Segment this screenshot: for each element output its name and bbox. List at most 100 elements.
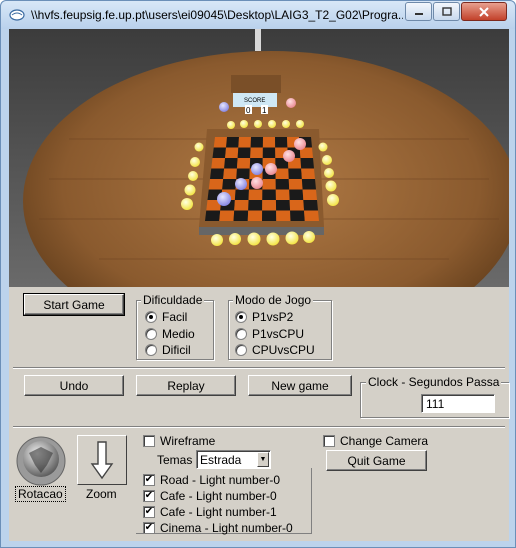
board-square[interactable] bbox=[275, 137, 288, 148]
board-square[interactable] bbox=[238, 137, 251, 148]
themes-label: Temas bbox=[157, 453, 193, 467]
board-square[interactable] bbox=[236, 158, 251, 169]
dropdown-arrow-icon[interactable]: ▼ bbox=[257, 452, 269, 467]
board-square[interactable] bbox=[262, 137, 276, 148]
board-square[interactable] bbox=[225, 147, 239, 159]
light-bulb bbox=[318, 142, 328, 152]
board-square[interactable] bbox=[262, 189, 276, 201]
zoom-control[interactable] bbox=[77, 435, 127, 485]
light-bulb bbox=[303, 231, 315, 243]
radio-icon bbox=[145, 344, 157, 356]
board-square[interactable] bbox=[211, 158, 226, 169]
separator bbox=[13, 426, 505, 428]
difficulty-option-facil[interactable]: Facil bbox=[145, 310, 187, 324]
undo-button[interactable]: Undo bbox=[24, 375, 124, 396]
separator bbox=[13, 367, 505, 369]
board-square[interactable] bbox=[247, 210, 263, 222]
light-checkbox-cinema-0[interactable]: ✔ Cinema - Light number-0 bbox=[143, 521, 293, 535]
board-square[interactable] bbox=[233, 210, 249, 222]
board-square[interactable] bbox=[275, 179, 290, 190]
themes-select[interactable]: Estrada ▼ bbox=[196, 450, 271, 469]
board-square[interactable] bbox=[248, 200, 263, 211]
board-square[interactable] bbox=[224, 158, 238, 169]
board-square[interactable] bbox=[289, 189, 304, 201]
board-square[interactable] bbox=[304, 210, 319, 222]
board-square[interactable] bbox=[275, 189, 290, 201]
board-square[interactable] bbox=[262, 179, 276, 190]
light-checkbox-cafe-0[interactable]: ✔ Cafe - Light number-0 bbox=[143, 489, 277, 503]
board-square[interactable] bbox=[248, 189, 263, 201]
board-square[interactable] bbox=[222, 179, 237, 190]
close-button[interactable] bbox=[461, 2, 507, 21]
board-square[interactable] bbox=[237, 147, 251, 159]
checkmark-icon: ✔ bbox=[143, 506, 155, 518]
difficulty-option-medio[interactable]: Medio bbox=[145, 327, 195, 341]
title-bar[interactable]: \\hvfs.feupsig.fe.up.pt\users\ei09045\De… bbox=[1, 1, 515, 29]
difficulty-option-dificil[interactable]: Dificil bbox=[145, 343, 191, 357]
minimize-button[interactable] bbox=[405, 2, 432, 21]
quit-game-button[interactable]: Quit Game bbox=[326, 450, 427, 471]
option-label: Facil bbox=[162, 310, 188, 324]
board-square[interactable] bbox=[303, 200, 318, 211]
checkbox-label: Cafe - Light number-1 bbox=[160, 505, 277, 519]
board-square[interactable] bbox=[250, 147, 263, 159]
board-square[interactable] bbox=[234, 189, 249, 201]
board-square[interactable] bbox=[236, 168, 250, 180]
option-label: Dificil bbox=[162, 343, 191, 357]
board-square[interactable] bbox=[262, 200, 277, 211]
light-checkbox-road-0[interactable]: ✔ Road - Light number-0 bbox=[143, 473, 280, 487]
board-square[interactable] bbox=[275, 168, 289, 180]
board-square[interactable] bbox=[226, 137, 239, 148]
board-square[interactable] bbox=[301, 179, 316, 190]
board-square[interactable] bbox=[219, 210, 235, 222]
new-game-button[interactable]: New game bbox=[248, 375, 352, 396]
board-square[interactable] bbox=[262, 210, 277, 222]
checkbox-label: Cafe - Light number-0 bbox=[160, 489, 277, 503]
control-panel: Start Game Dificuldade Facil Medio Dific… bbox=[9, 287, 509, 541]
board-square[interactable] bbox=[234, 200, 249, 211]
clock-seconds-field[interactable]: 111 bbox=[421, 394, 495, 413]
board-square[interactable] bbox=[300, 158, 314, 169]
light-bulb bbox=[254, 120, 262, 128]
score-p2: 1 bbox=[262, 106, 267, 115]
game-3d-viewport[interactable]: SCORE 0 1 bbox=[9, 29, 509, 287]
light-bulb bbox=[240, 120, 248, 128]
rotation-control[interactable] bbox=[15, 435, 67, 487]
board-square[interactable] bbox=[212, 147, 227, 159]
board-square[interactable] bbox=[223, 168, 237, 180]
board-square[interactable] bbox=[288, 168, 302, 180]
board-square[interactable] bbox=[289, 200, 305, 211]
board-square[interactable] bbox=[290, 210, 305, 222]
board-square[interactable] bbox=[301, 168, 315, 180]
wireframe-checkbox[interactable]: Wireframe bbox=[143, 434, 215, 448]
light-checkbox-cafe-1[interactable]: ✔ Cafe - Light number-1 bbox=[143, 505, 277, 519]
light-bulb bbox=[211, 234, 223, 246]
game-mode-title: Modo de Jogo bbox=[233, 293, 314, 307]
zoom-arrow-icon bbox=[90, 441, 114, 480]
board-square[interactable] bbox=[205, 210, 221, 222]
start-game-button[interactable]: Start Game bbox=[23, 293, 125, 316]
board-square[interactable] bbox=[250, 137, 263, 148]
board-square[interactable] bbox=[213, 137, 227, 148]
board-square[interactable] bbox=[288, 179, 303, 190]
board-square[interactable] bbox=[275, 200, 291, 211]
change-camera-checkbox[interactable]: Change Camera bbox=[323, 434, 428, 448]
board-square[interactable] bbox=[276, 210, 291, 222]
light-bulb bbox=[229, 233, 241, 245]
score-label: SCORE bbox=[244, 98, 265, 104]
mode-option-cpuvscpu[interactable]: CPUvsCPU bbox=[235, 343, 315, 357]
mode-option-p1vsp2[interactable]: P1vsP2 bbox=[235, 310, 293, 324]
piece-pink bbox=[286, 98, 296, 108]
board-square[interactable] bbox=[302, 189, 317, 201]
light-bulb bbox=[327, 194, 339, 206]
replay-button[interactable]: Replay bbox=[136, 375, 236, 396]
radio-icon bbox=[235, 344, 247, 356]
board-square[interactable] bbox=[210, 168, 225, 180]
board-square[interactable] bbox=[262, 147, 276, 159]
checkbox-icon bbox=[143, 435, 155, 447]
checkmark-icon: ✔ bbox=[143, 522, 155, 534]
maximize-button[interactable] bbox=[433, 2, 460, 21]
board-square[interactable] bbox=[208, 179, 224, 190]
checkbox-icon bbox=[323, 435, 335, 447]
mode-option-p1vscpu[interactable]: P1vsCPU bbox=[235, 327, 304, 341]
